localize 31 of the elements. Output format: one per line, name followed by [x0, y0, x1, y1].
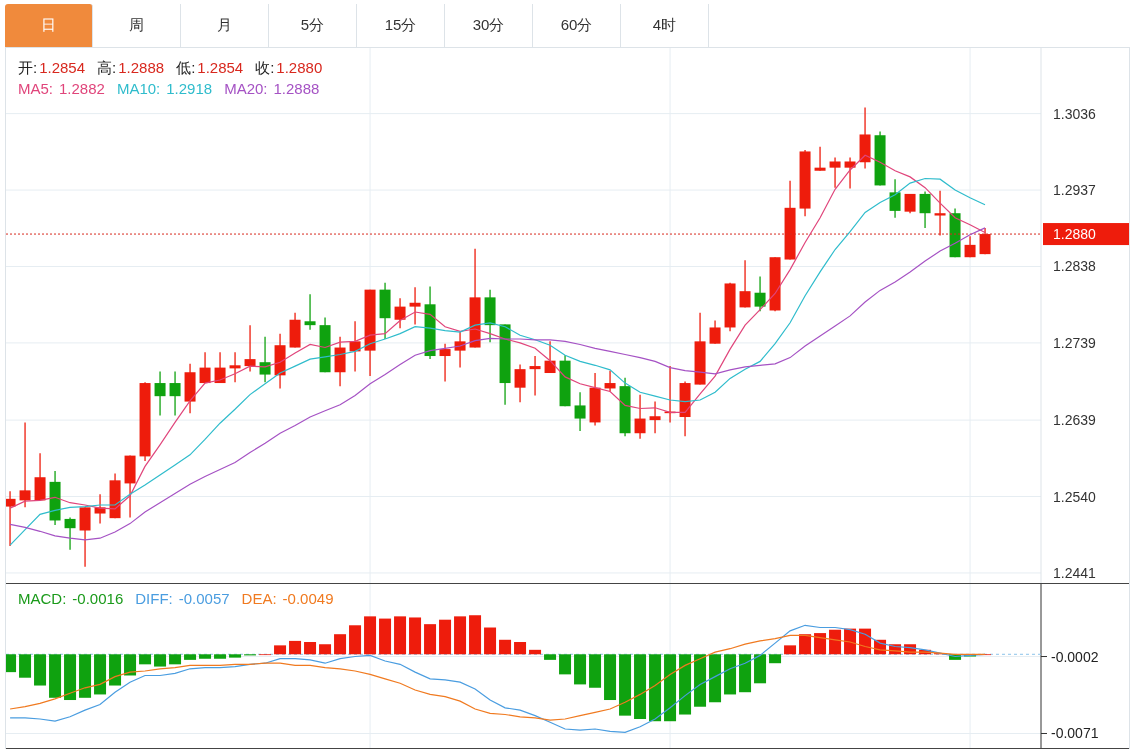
axis-label: 1.2937: [1053, 182, 1096, 199]
legend-value: 1.2918: [166, 79, 213, 98]
legend-label: MA20:: [224, 79, 268, 98]
legend-value: 1.2854: [39, 58, 86, 77]
legend-value: 1.2888: [118, 58, 165, 77]
legend-label: DIFF:: [135, 589, 173, 608]
legend-value: 1.2854: [197, 58, 244, 77]
legend-value: -0.0049: [282, 589, 334, 608]
axis-label: 1.2838: [1053, 258, 1096, 275]
axis-label: -0.0002: [1051, 648, 1099, 665]
legend-label: 高:: [97, 58, 117, 77]
legend-value: -0.0016: [72, 589, 124, 608]
legend-value: -0.0057: [178, 589, 230, 608]
axis-label: 1.2739: [1053, 334, 1096, 351]
axis-label: 1.2639: [1053, 412, 1096, 429]
legend-value: 1.2882: [59, 79, 105, 98]
legend-value: 1.2888: [273, 79, 320, 98]
ref-line-label: 1.2880: [1053, 226, 1097, 243]
legend-label: DEA:: [241, 589, 277, 608]
axis-label: 1.3036: [1053, 105, 1096, 122]
legend-label: MA10:: [116, 79, 161, 98]
legend-label: MACD:: [18, 589, 67, 608]
legend-label: 开:: [18, 58, 38, 77]
legend-label: 低:: [176, 58, 196, 77]
legend-label: MA5:: [18, 79, 53, 98]
axis-label: 1.2441: [1053, 564, 1096, 581]
axis-label: 1.2540: [1053, 488, 1096, 505]
axis-label: -0.0071: [1051, 725, 1099, 742]
legend-label: 收:: [255, 58, 275, 77]
price-tag: 1.2880: [1043, 223, 1129, 246]
legend-value: 1.2880: [276, 58, 323, 77]
